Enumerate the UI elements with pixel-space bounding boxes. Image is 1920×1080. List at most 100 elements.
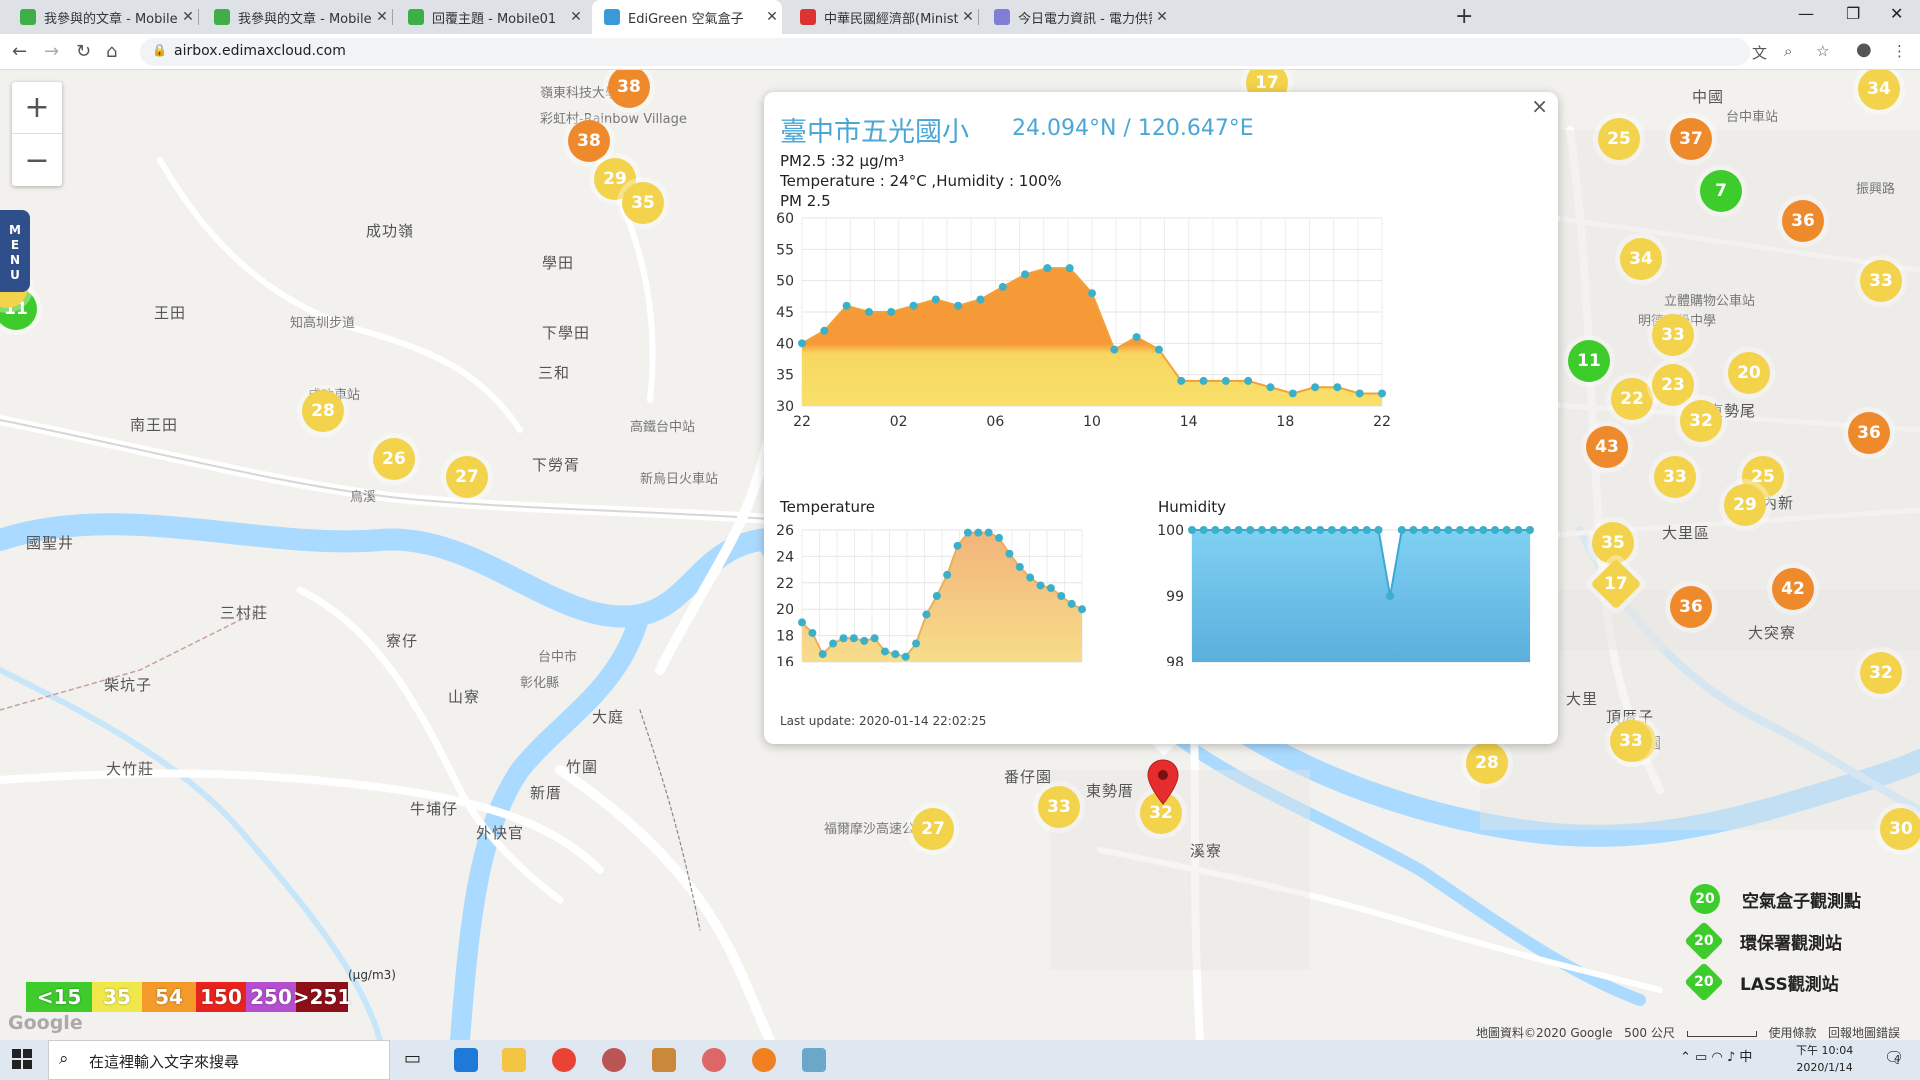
data-point[interactable] xyxy=(1078,605,1086,614)
data-point[interactable] xyxy=(1026,573,1035,582)
tab-close-icon[interactable]: ✕ xyxy=(372,9,392,25)
data-point[interactable] xyxy=(984,528,993,537)
data-point[interactable] xyxy=(1355,389,1364,398)
data-point[interactable] xyxy=(1292,526,1301,534)
data-point[interactable] xyxy=(1339,526,1348,534)
data-point[interactable] xyxy=(1288,389,1297,398)
taskbar-search-box[interactable]: ⌕ 在這裡輸入文字來搜尋 xyxy=(48,1040,390,1080)
aqi-marker[interactable]: 33 xyxy=(1654,456,1696,498)
home-icon[interactable]: ⌂ xyxy=(106,41,117,62)
data-point[interactable] xyxy=(1067,599,1076,608)
data-point[interactable] xyxy=(1269,526,1278,534)
data-point[interactable] xyxy=(974,528,983,537)
data-point[interactable] xyxy=(891,650,900,659)
data-point[interactable] xyxy=(798,339,806,348)
browser-tab[interactable]: EdiGreen 空氣盒子 ✕ xyxy=(592,0,782,34)
data-point[interactable] xyxy=(1456,526,1465,534)
app-icon-1[interactable] xyxy=(602,1048,626,1072)
taskbar-clock[interactable]: 下午 10:04 2020/1/14 xyxy=(1796,1042,1853,1076)
data-point[interactable] xyxy=(860,636,869,645)
data-point[interactable] xyxy=(880,647,889,656)
data-point[interactable] xyxy=(1257,526,1266,534)
aqi-marker[interactable]: 20 xyxy=(1728,352,1770,394)
data-point[interactable] xyxy=(1005,549,1014,558)
browser-tab[interactable]: 今日電力資訊 - 電力供需資訊 - 台✕ xyxy=(982,0,1172,34)
data-point[interactable] xyxy=(1046,584,1055,593)
zoom-icon[interactable]: ⌕ xyxy=(1784,42,1792,60)
aqi-marker[interactable]: 27 xyxy=(912,808,954,850)
data-point[interactable] xyxy=(931,295,940,304)
data-point[interactable] xyxy=(849,634,858,643)
zoom-in-button[interactable]: + xyxy=(12,82,62,134)
data-point[interactable] xyxy=(1266,383,1275,392)
data-point[interactable] xyxy=(912,639,921,648)
aqi-marker[interactable]: 42 xyxy=(1772,568,1814,610)
menu-tab[interactable]: MENU xyxy=(0,210,30,292)
data-point[interactable] xyxy=(1397,526,1406,534)
translate-icon[interactable]: 文 xyxy=(1752,42,1767,63)
data-point[interactable] xyxy=(887,308,896,316)
data-point[interactable] xyxy=(1281,526,1290,534)
data-point[interactable] xyxy=(1479,526,1488,534)
data-point[interactable] xyxy=(864,308,873,316)
task-view-icon[interactable]: ▭ xyxy=(404,1048,428,1072)
report-link[interactable]: 回報地圖錯誤 xyxy=(1828,1026,1900,1040)
popup-close-button[interactable]: × xyxy=(1531,94,1548,118)
aqi-marker[interactable]: 33 xyxy=(1860,260,1902,302)
data-point[interactable] xyxy=(1043,264,1052,273)
data-point[interactable] xyxy=(1526,526,1534,534)
data-point[interactable] xyxy=(1036,581,1045,590)
aqi-marker[interactable]: 36 xyxy=(1848,412,1890,454)
data-point[interactable] xyxy=(901,652,910,661)
more-menu-icon[interactable]: ⋮ xyxy=(1892,42,1907,60)
blender-icon[interactable] xyxy=(752,1048,776,1072)
tab-close-icon[interactable]: ✕ xyxy=(566,9,586,25)
data-point[interactable] xyxy=(820,326,829,335)
data-point[interactable] xyxy=(1514,526,1523,534)
aqi-marker[interactable]: 34 xyxy=(1620,238,1662,280)
aqi-marker[interactable]: 32 xyxy=(1680,400,1722,442)
data-point[interactable] xyxy=(1374,526,1383,534)
map-canvas[interactable]: 嶺東科技大學 彩虹村-Rainbow Village 成功嶺 學田 王田 知高圳步道 下學田… xyxy=(0,70,1920,1040)
windows-start-icon[interactable] xyxy=(12,1049,32,1069)
data-point[interactable] xyxy=(998,282,1007,291)
data-point[interactable] xyxy=(1246,526,1255,534)
data-point[interactable] xyxy=(818,650,827,659)
data-point[interactable] xyxy=(1222,526,1231,534)
data-point[interactable] xyxy=(1311,383,1320,392)
aqi-marker[interactable]: 23 xyxy=(1652,364,1694,406)
data-point[interactable] xyxy=(954,301,963,310)
data-point[interactable] xyxy=(1421,526,1430,534)
minimize-icon[interactable]: — xyxy=(1798,4,1814,23)
aqi-marker[interactable]: 43 xyxy=(1586,426,1628,468)
data-point[interactable] xyxy=(1386,592,1395,600)
tray-up-icon[interactable]: ⌃ xyxy=(1680,1050,1691,1065)
data-point[interactable] xyxy=(1132,333,1141,342)
edge-icon[interactable] xyxy=(454,1048,478,1072)
aqi-marker[interactable]: 30 xyxy=(1880,808,1920,850)
data-point[interactable] xyxy=(1211,526,1220,534)
data-point[interactable] xyxy=(1378,389,1386,398)
data-point[interactable] xyxy=(1110,345,1119,354)
aqi-marker[interactable]: 28 xyxy=(302,390,344,432)
data-point[interactable] xyxy=(1021,270,1030,279)
data-point[interactable] xyxy=(1234,526,1243,534)
zoom-out-button[interactable]: − xyxy=(12,134,62,186)
data-point[interactable] xyxy=(829,639,838,648)
app-icon-4[interactable] xyxy=(802,1048,826,1072)
data-point[interactable] xyxy=(1199,376,1208,385)
aqi-marker[interactable]: 26 xyxy=(373,438,415,480)
aqi-marker[interactable]: 7 xyxy=(1700,170,1742,212)
aqi-marker[interactable]: 37 xyxy=(1670,118,1712,160)
ime-indicator[interactable]: 中 xyxy=(1739,1050,1752,1065)
app-icon-2[interactable] xyxy=(652,1048,676,1072)
data-point[interactable] xyxy=(1327,526,1336,534)
data-point[interactable] xyxy=(922,610,931,619)
browser-tab[interactable]: 我參與的文章 - Mobile01✕ xyxy=(202,0,392,34)
browser-tab[interactable]: 我參與的文章 - Mobile01✕ xyxy=(8,0,198,34)
data-point[interactable] xyxy=(1304,526,1313,534)
chrome-icon[interactable] xyxy=(552,1048,576,1072)
omnibox[interactable]: 🔒 airbox.edimaxcloud.com xyxy=(140,38,1750,66)
aqi-marker[interactable]: 34 xyxy=(1858,70,1900,110)
data-point[interactable] xyxy=(1409,526,1418,534)
